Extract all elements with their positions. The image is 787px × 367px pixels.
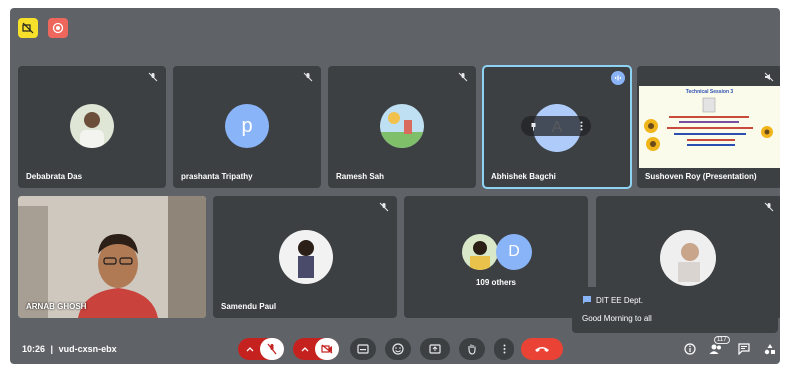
chat-notification[interactable]: DIT EE Dept. Good Morning to all [572, 287, 778, 333]
chat-icon [583, 296, 591, 304]
avatar [279, 230, 333, 284]
others-tile[interactable]: D 109 others [404, 196, 588, 318]
leave-call-button[interactable] [521, 338, 563, 360]
reactions-button[interactable] [385, 338, 411, 360]
captions-button[interactable] [350, 338, 376, 360]
camera-off-icon [321, 344, 333, 354]
meeting-stage: Debabrata Das p prashanta Tripathy Rames… [10, 8, 780, 364]
captions-icon [357, 344, 369, 354]
avatar [70, 104, 114, 148]
mic-off-icon [764, 202, 774, 212]
participant-count-badge: 117 [714, 336, 730, 344]
avatar [380, 104, 424, 148]
participant-name: Ramesh Sah [336, 172, 385, 181]
meeting-time: 10:26 [22, 344, 46, 354]
avatar: p [225, 104, 269, 148]
avatar [660, 230, 716, 286]
mic-off-icon [303, 72, 313, 82]
avatar: D [496, 234, 532, 270]
people-icon [709, 344, 721, 354]
participant-name: ARNAB GHOSH [26, 302, 87, 311]
presentation-slide: Technical Session 3 [639, 86, 780, 168]
chat-sender: DIT EE Dept. [596, 296, 643, 305]
hang-up-icon [535, 347, 549, 352]
participant-name: prashanta Tripathy [181, 172, 253, 181]
participant-name: Samendu Paul [221, 302, 277, 311]
chat-message: Good Morning to all [582, 314, 652, 323]
info-icon [684, 343, 696, 355]
hand-icon [468, 344, 476, 355]
speaking-indicator-icon [611, 71, 625, 85]
avatar-initial: p [241, 114, 253, 137]
presentation-tile[interactable]: Technical Session 3 Sushoven Roy (Presen… [637, 66, 780, 188]
mic-off-icon [148, 72, 158, 82]
participant-tile[interactable]: Samendu Paul [213, 196, 397, 318]
present-screen-button[interactable] [420, 338, 450, 360]
record-icon [52, 22, 64, 34]
activities-icon [764, 344, 775, 355]
participant-tile[interactable]: Ramesh Sah [328, 66, 476, 188]
avatar [462, 234, 498, 270]
participant-name: Debabrata Das [26, 172, 83, 181]
speaker-off-icon [764, 72, 774, 82]
activities-button[interactable] [762, 341, 778, 357]
participant-name: Sushoven Roy (Presentation) [645, 172, 757, 181]
participant-video-tile[interactable]: ARNAB GHOSH [18, 196, 206, 318]
chevron-up-icon [301, 347, 309, 352]
pin-icon[interactable] [529, 122, 538, 131]
meeting-info: 10:26 | vud-cxsn-ebx [22, 344, 117, 354]
top-yellow-button[interactable] [18, 18, 38, 38]
chat-bubble-icon [738, 343, 750, 355]
more-options-button[interactable] [494, 338, 514, 360]
mic-off-icon [267, 343, 277, 355]
participant-tile-active[interactable]: A Abhishek Bagchi [482, 65, 632, 189]
bottom-control-bar: 10:26 | vud-cxsn-ebx [10, 334, 780, 364]
mic-off-icon [458, 72, 468, 82]
raise-hand-button[interactable] [459, 338, 485, 360]
camera-off-icon [22, 22, 34, 34]
tile-hover-controls [521, 116, 591, 136]
camera-video [18, 196, 206, 318]
top-record-button[interactable] [48, 18, 68, 38]
camera-toggle-button[interactable] [315, 338, 339, 360]
avatar-initial: D [508, 243, 520, 260]
meeting-details-button[interactable] [682, 341, 698, 357]
participant-name: Abhishek Bagchi [491, 172, 556, 181]
slide-title: Technical Session 3 [685, 89, 734, 95]
meeting-code: vud-cxsn-ebx [58, 344, 117, 354]
mic-toggle-button[interactable] [260, 338, 284, 360]
present-icon [429, 344, 441, 354]
emoji-icon [392, 343, 404, 355]
more-options-icon[interactable] [580, 121, 583, 131]
participant-tile[interactable]: p prashanta Tripathy [173, 66, 321, 188]
chevron-up-icon [246, 347, 254, 352]
separator: | [50, 344, 54, 354]
others-count: 109 others [475, 278, 517, 287]
chat-button[interactable] [736, 341, 752, 357]
participant-tile[interactable]: Debabrata Das [18, 66, 166, 188]
camera-options-button[interactable] [293, 338, 339, 360]
mic-options-button[interactable] [238, 338, 284, 360]
more-vert-icon [503, 344, 505, 354]
mic-off-icon [379, 202, 389, 212]
